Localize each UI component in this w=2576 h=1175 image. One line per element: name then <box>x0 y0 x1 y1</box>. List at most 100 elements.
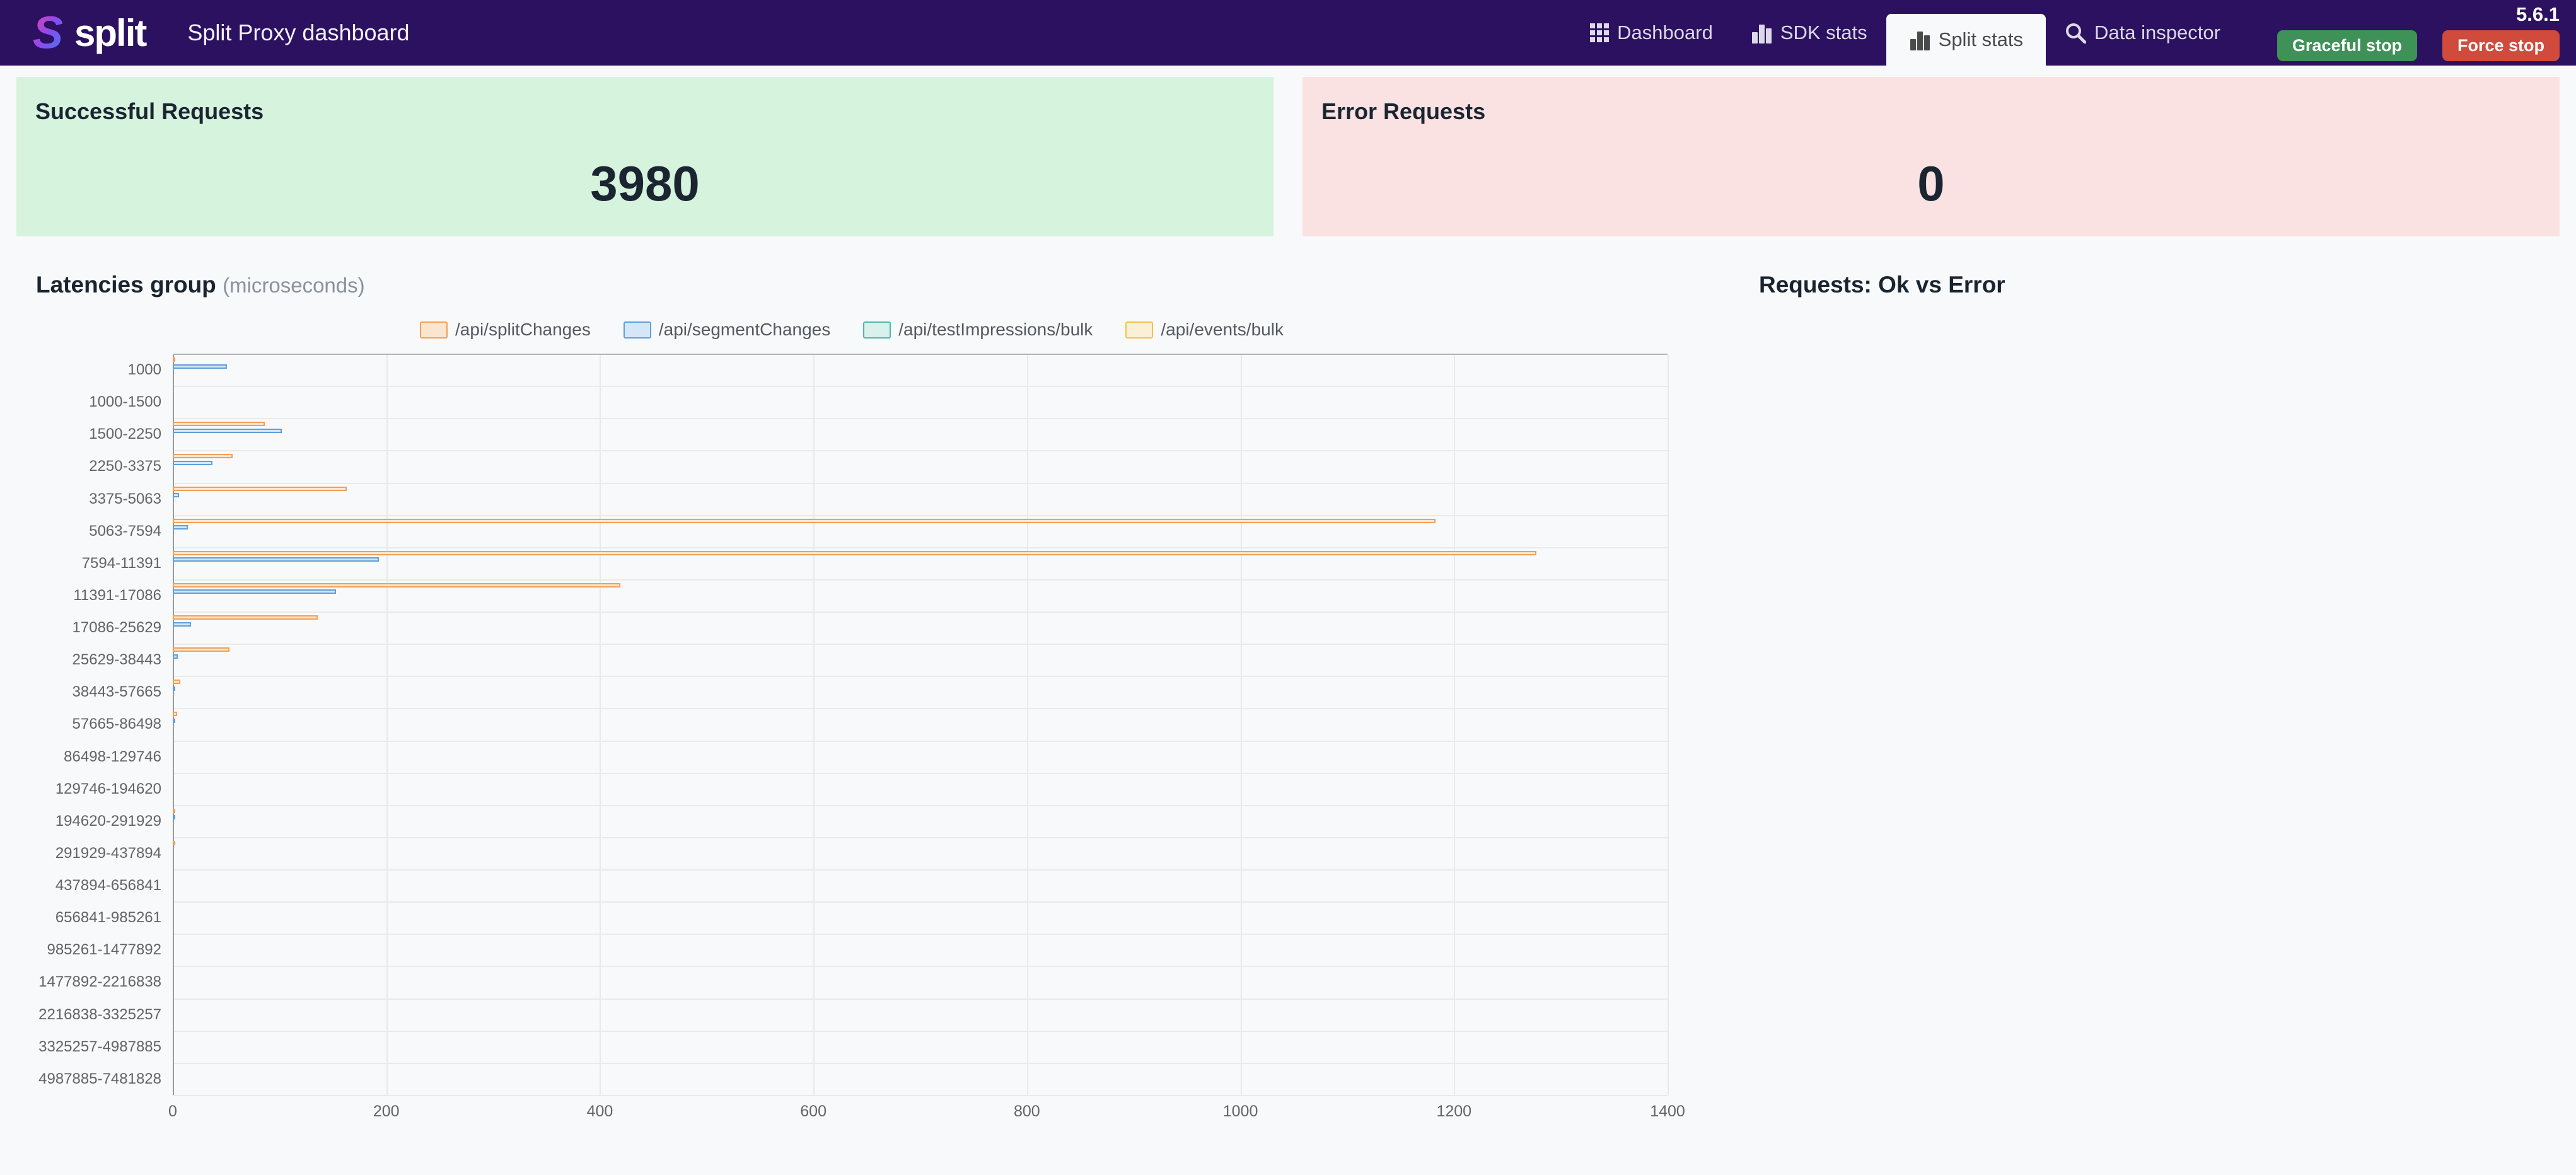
y-axis-label: 57665-86498 <box>72 715 161 733</box>
x-axis-label: 1400 <box>1650 1103 1685 1120</box>
y-axis-label: 1000 <box>127 361 161 378</box>
gridline <box>173 740 1668 742</box>
gridline <box>173 804 1668 806</box>
latencies-heading: Latencies group (microseconds) <box>36 272 1727 298</box>
x-axis-label: 1200 <box>1436 1103 1472 1120</box>
requests-heading: Requests: Ok vs Error <box>1759 272 2576 298</box>
nav-item-label: SDK stats <box>1780 21 1867 43</box>
chart-legend: /api/splitChanges/api/segmentChanges/api… <box>36 320 1668 340</box>
bar <box>173 718 175 723</box>
x-axis-label: 200 <box>373 1103 400 1120</box>
y-axis-label: 11391-17086 <box>73 586 161 604</box>
nav-item-label: Data inspector <box>2094 21 2220 43</box>
nav-item-split-stats[interactable]: Split stats <box>1886 14 2046 66</box>
split-logo-icon: S <box>33 9 63 57</box>
version-label: 5.6.1 <box>2516 3 2560 25</box>
bar <box>173 654 178 659</box>
requests-column: Requests: Ok vs Error <box>1727 272 2576 1128</box>
gridline <box>1240 355 1242 1095</box>
successful-requests-card: Successful Requests 3980 <box>16 77 1273 236</box>
gridline <box>1668 355 1669 1095</box>
plot-area <box>173 354 1669 1096</box>
gridline <box>173 901 1668 903</box>
card-title: Successful Requests <box>35 98 264 124</box>
bar <box>173 422 265 427</box>
bar <box>173 525 188 530</box>
latencies-column: Latencies group (microseconds) /api/spli… <box>0 272 1727 1128</box>
latencies-title: Latencies group <box>36 272 216 298</box>
main-content: Latencies group (microseconds) /api/spli… <box>0 272 2576 1128</box>
grid-icon <box>1590 23 1610 42</box>
bar <box>173 493 180 498</box>
legend-swatch <box>863 321 891 339</box>
plot-row: 1000 1000-1500 1500-2250 2250-3375 3375-5063… <box>36 354 1669 1096</box>
graceful-stop-button[interactable]: Graceful stop <box>2277 30 2417 61</box>
legend-label: /api/segmentChanges <box>658 320 831 339</box>
legend-swatch <box>420 321 448 339</box>
legend-item[interactable]: /api/testImpressions/bulk <box>863 320 1093 340</box>
gridline <box>173 514 1668 516</box>
gridline <box>386 355 388 1095</box>
x-axis: 0 200 400 600 800 1000 1200 1400 <box>168 1103 1685 1128</box>
gridline <box>173 611 1668 613</box>
stat-cards: Successful Requests 3980 Error Requests … <box>0 66 2576 236</box>
bar <box>173 615 318 620</box>
bar <box>173 364 228 369</box>
y-axis-label: 25629-38443 <box>72 651 161 669</box>
nav-item-label: Dashboard <box>1617 21 1713 43</box>
y-axis-label: 7594-11391 <box>81 554 161 572</box>
gridline <box>173 450 1668 452</box>
y-axis-label: 1000-1500 <box>89 393 161 411</box>
y-axis-label: 38443-57665 <box>72 683 161 701</box>
gridline <box>1454 355 1456 1095</box>
y-axis-label: 4987885-7481828 <box>38 1070 161 1087</box>
svg-text:S: S <box>33 9 63 57</box>
bar <box>173 589 337 594</box>
bar <box>173 454 233 459</box>
force-stop-button[interactable]: Force stop <box>2442 30 2560 61</box>
gridline <box>173 644 1668 645</box>
bar <box>173 582 620 588</box>
y-axis-label: 17086-25629 <box>72 619 161 637</box>
y-axis-label: 985261-1477892 <box>47 941 161 959</box>
y-axis-label: 86498-129746 <box>64 748 161 765</box>
gridline <box>173 579 1668 581</box>
main-nav: Dashboard SDK stats Split stats Data ins… <box>1571 0 2239 66</box>
search-icon <box>2066 23 2087 43</box>
bar <box>173 460 212 465</box>
gridline <box>813 355 815 1095</box>
bar <box>173 518 1436 523</box>
stop-buttons: Graceful stop Force stop <box>2277 30 2560 61</box>
error-requests-value: 0 <box>1917 156 1945 211</box>
y-axis-label: 194620-291929 <box>55 812 161 830</box>
brand[interactable]: S split <box>30 9 147 57</box>
legend-item[interactable]: /api/events/bulk <box>1125 320 1284 340</box>
brand-name: split <box>74 11 147 54</box>
nav-item-label: Split stats <box>1938 28 2024 50</box>
legend-item[interactable]: /api/segmentChanges <box>623 320 831 340</box>
nav-item-dashboard[interactable]: Dashboard <box>1571 0 1732 66</box>
x-axis-label: 600 <box>800 1103 827 1120</box>
gridline <box>173 836 1668 838</box>
legend-label: /api/splitChanges <box>455 320 591 339</box>
nav-item-sdk-stats[interactable]: SDK stats <box>1732 0 1886 66</box>
gridline <box>173 966 1668 968</box>
bar-chart-icon <box>1910 32 1930 50</box>
y-axis-label: 3325257-4987885 <box>38 1038 161 1055</box>
x-axis-label: 1000 <box>1222 1103 1258 1120</box>
bar <box>173 557 379 562</box>
bar <box>173 647 229 652</box>
gridline <box>173 1062 1668 1064</box>
x-axis-label: 800 <box>1013 1103 1040 1120</box>
gridline <box>173 1030 1668 1032</box>
nav-item-data-inspector[interactable]: Data inspector <box>2046 0 2239 66</box>
legend-swatch <box>623 321 651 339</box>
bar <box>173 712 177 717</box>
gridline <box>173 1095 1668 1096</box>
bar <box>173 815 175 820</box>
legend-item[interactable]: /api/splitChanges <box>420 320 591 340</box>
error-requests-card: Error Requests 0 <box>1303 77 2560 236</box>
gridline <box>173 869 1668 871</box>
legend-label: /api/testImpressions/bulk <box>898 320 1093 339</box>
latencies-subtitle: (microseconds) <box>223 274 365 297</box>
